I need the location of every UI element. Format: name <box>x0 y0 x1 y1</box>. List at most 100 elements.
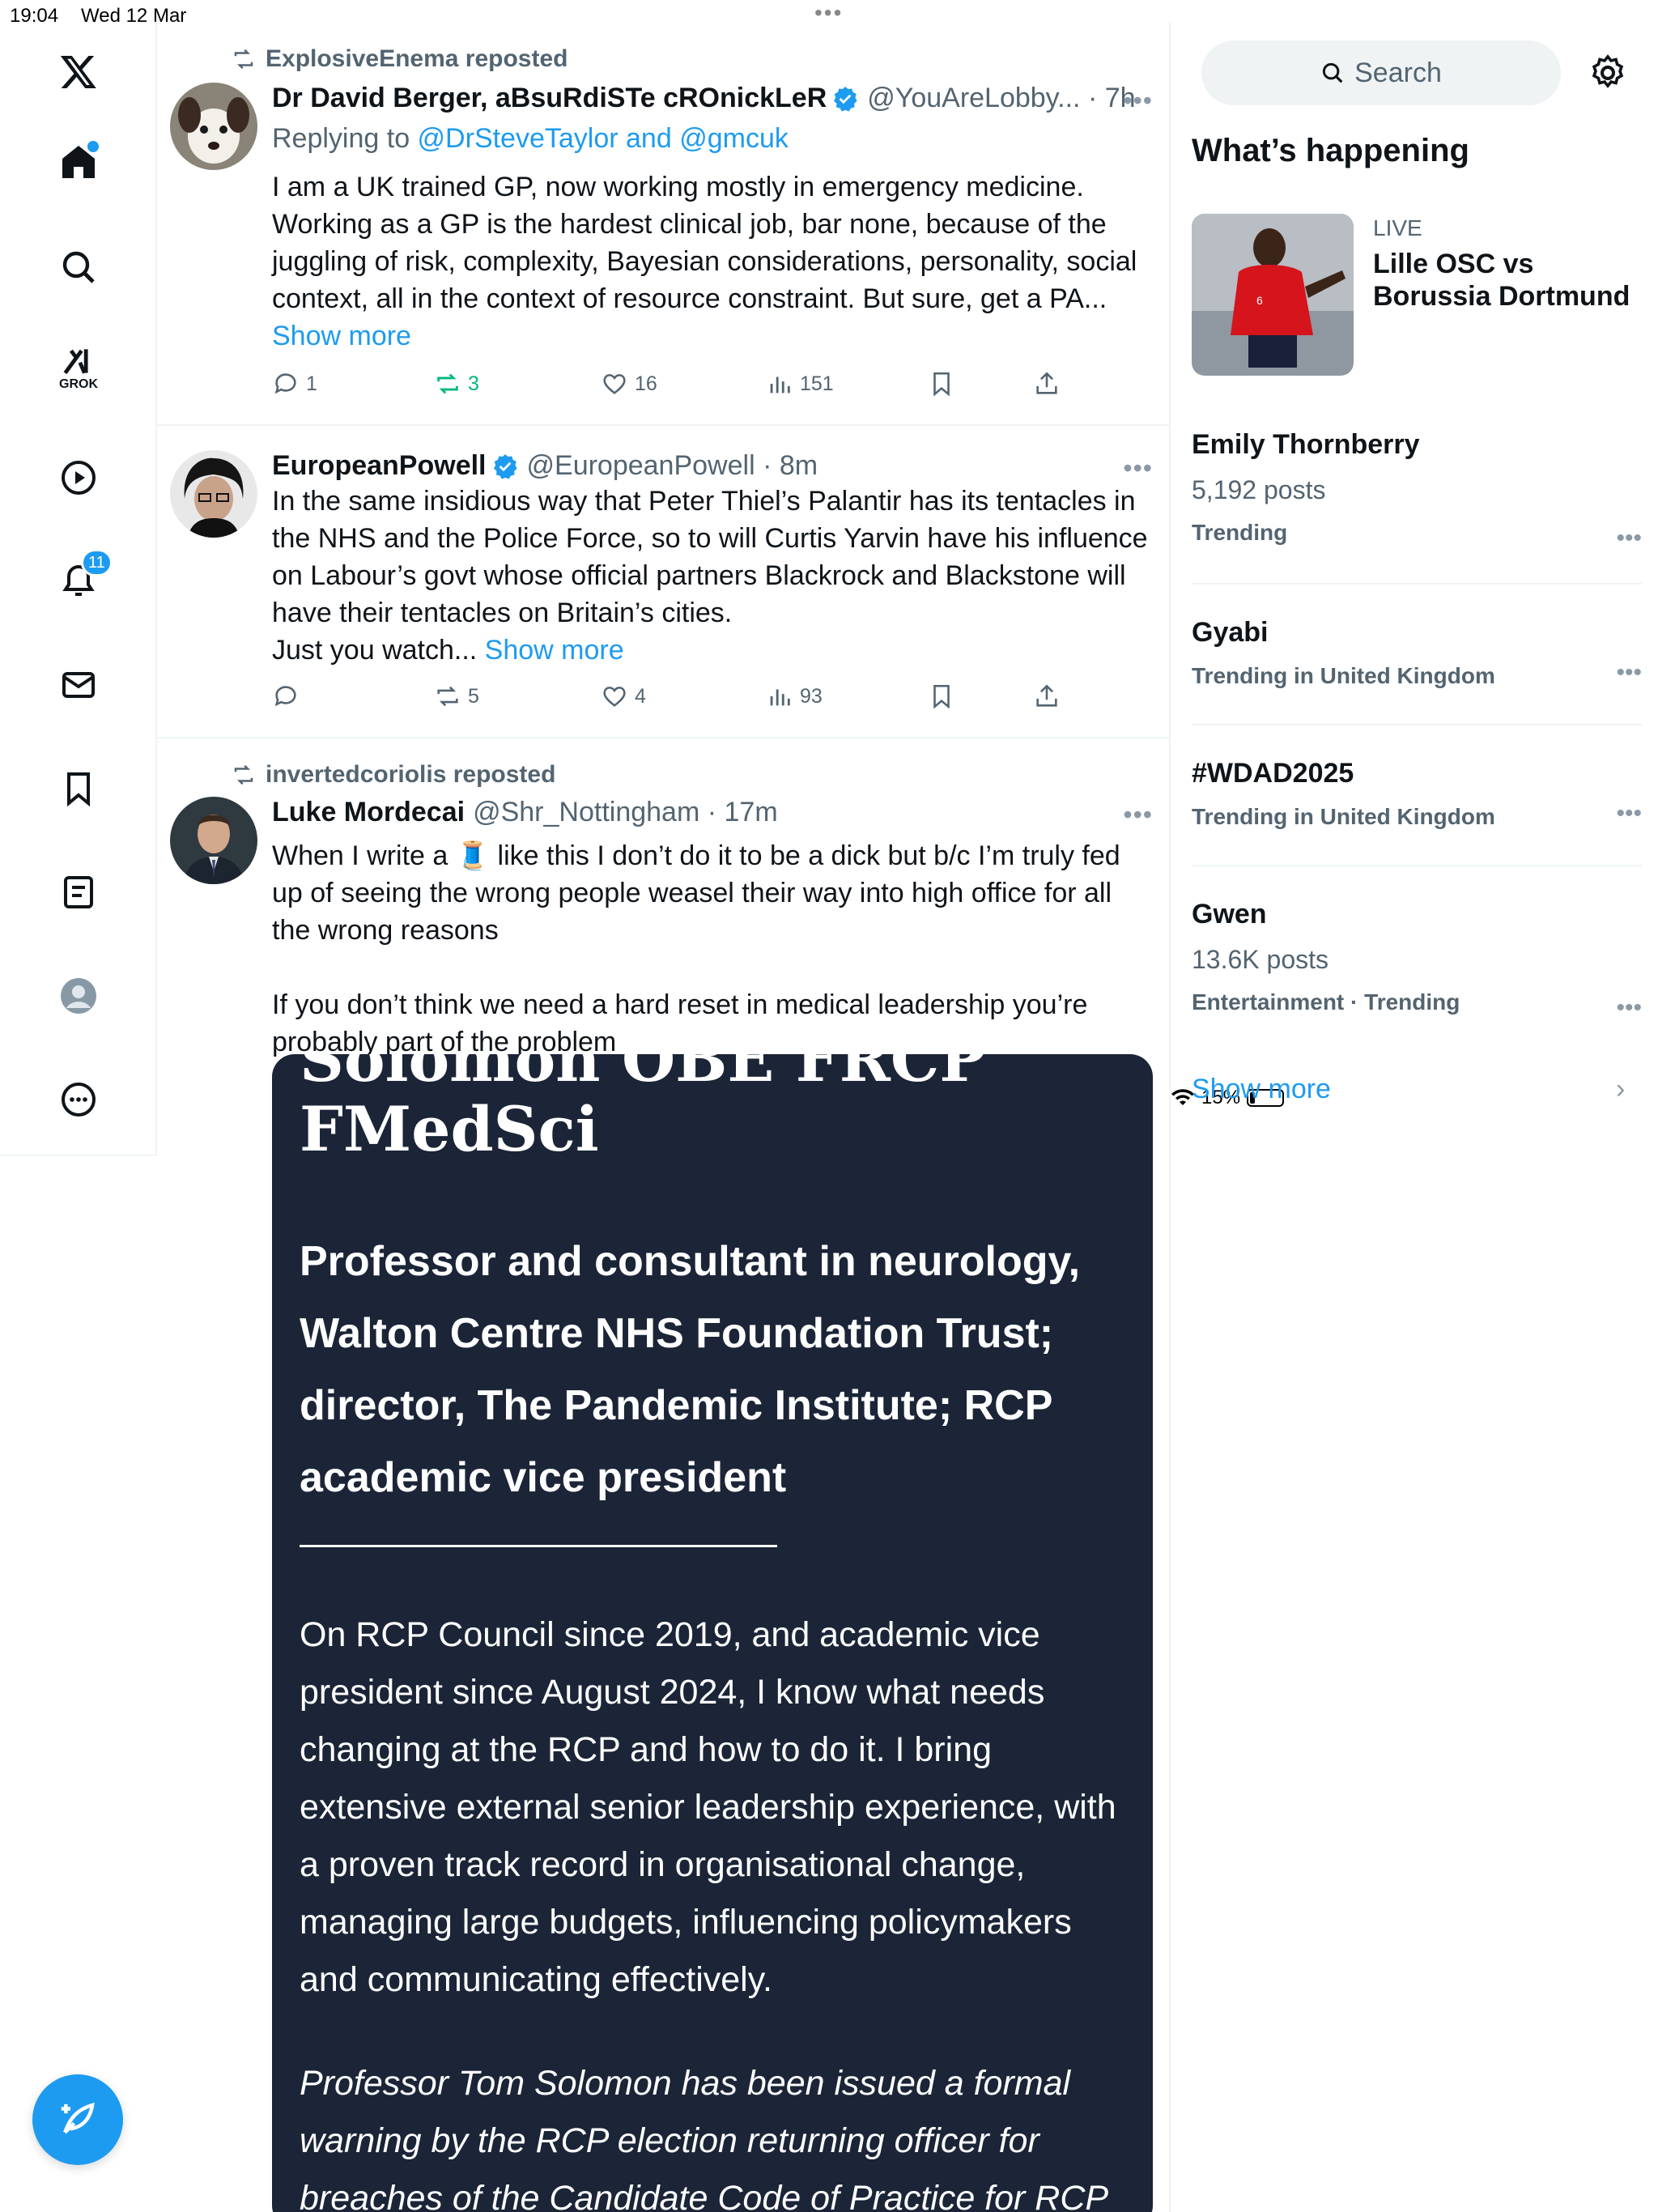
share-icon <box>1036 372 1057 394</box>
repost-button[interactable]: 5 <box>434 683 601 710</box>
like-count: 4 <box>635 684 646 708</box>
post[interactable]: ExplosiveEnema reposted Dr David Berger,… <box>157 23 1169 426</box>
bookmark-button[interactable] <box>928 370 1033 398</box>
thread-emoji: 🧵 <box>455 840 491 871</box>
home-icon[interactable] <box>0 141 157 181</box>
search-icon[interactable] <box>0 248 157 287</box>
share-button[interactable] <box>1033 683 1061 710</box>
trend-meta: Entertainment · Trending <box>1192 989 1460 1015</box>
image-body: On RCP Council since 2019, and academic … <box>300 1615 1116 1999</box>
post-more-icon[interactable]: ••• <box>1123 453 1153 483</box>
repost-button[interactable]: 3 <box>434 370 601 398</box>
author-handle[interactable]: @Shr_Nottingham · 17m <box>473 797 778 828</box>
bookmark-button[interactable] <box>928 683 1033 710</box>
post-body-start: When I write a <box>272 840 456 871</box>
post[interactable]: EuropeanPowell @EuropeanPowell · 8m ••• … <box>157 426 1169 738</box>
views-button[interactable]: 151 <box>766 370 928 398</box>
video-icon[interactable] <box>0 458 157 497</box>
rail-divider <box>0 1155 157 1156</box>
post-body-end: like this I don’t do it to be a dick but… <box>272 840 1120 1057</box>
replying-to: Replying to @DrSteveTaylor and @gmcuk <box>272 123 789 155</box>
post-header: EuropeanPowell @EuropeanPowell · 8m <box>272 450 818 482</box>
trend-item[interactable]: Gwen 13.6K posts Entertainment · Trendin… <box>1192 899 1642 1021</box>
more-options-icon[interactable] <box>0 1080 157 1119</box>
event-title[interactable]: Lille OSC vs Borussia Dortmund <box>1373 248 1648 313</box>
trend-more-icon[interactable]: ••• <box>1616 800 1642 827</box>
x-logo-icon[interactable] <box>0 52 157 91</box>
left-navigation: GROK 11 <box>0 23 157 1156</box>
reply-button[interactable] <box>272 683 434 710</box>
settings-gear-icon[interactable] <box>1588 53 1627 92</box>
heart-icon <box>603 687 626 707</box>
reply-count: 1 <box>306 372 317 395</box>
trend-posts: 13.6K posts <box>1192 945 1329 974</box>
chevron-right-icon: › <box>1616 1074 1626 1104</box>
trend-name: Gwen <box>1192 899 1267 929</box>
post-text: In the same insidious way that Peter Thi… <box>272 483 1150 669</box>
share-button[interactable] <box>1033 370 1061 398</box>
timeline: ExplosiveEnema reposted Dr David Berger,… <box>157 23 1171 2212</box>
replying-prefix: Replying to <box>272 123 418 154</box>
profile-avatar[interactable] <box>0 976 157 1015</box>
author-name[interactable]: EuropeanPowell <box>272 450 487 482</box>
avatar[interactable] <box>170 83 257 170</box>
repost-icon <box>234 49 253 70</box>
trend-posts: 5,192 posts <box>1192 475 1326 504</box>
messages-icon[interactable] <box>0 666 157 704</box>
trend-item[interactable]: Gyabi Trending in United Kingdom ••• <box>1192 617 1642 689</box>
search-placeholder: Search <box>1354 57 1442 88</box>
like-button[interactable]: 4 <box>601 683 766 710</box>
replying-to-users[interactable]: @DrSteveTaylor and @gmcuk <box>418 123 789 154</box>
compose-feather-icon <box>61 2102 95 2134</box>
author-name[interactable]: Dr David Berger, aBsuRdiSTe cROnickLeR <box>272 83 827 114</box>
post-body: In the same insidious way that Peter Thi… <box>272 486 1148 666</box>
search-icon <box>1323 62 1343 83</box>
post-image[interactable]: Solomon OBE FRCP FMedSci Professor and c… <box>272 1054 1153 2212</box>
repost-context: invertedcoriolis reposted <box>232 761 555 789</box>
trend-item[interactable]: #WDAD2025 Trending in United Kingdom ••• <box>1192 758 1642 830</box>
grok-label: GROK <box>59 377 98 391</box>
right-sidebar: Search What’s happening 6 LIVE Lille OSC… <box>1171 23 1658 2212</box>
svg-text:6: 6 <box>1256 294 1263 307</box>
avatar[interactable] <box>170 797 257 884</box>
search-input[interactable]: Search <box>1201 40 1561 105</box>
show-more-link[interactable]: Show more <box>272 321 411 351</box>
post-header: Dr David Berger, aBsuRdiSTe cROnickLeR @… <box>272 83 1136 114</box>
event-live-label: LIVE <box>1373 215 1422 240</box>
repost-label: invertedcoriolis reposted <box>266 761 556 788</box>
share-icon <box>1036 684 1057 707</box>
avatar[interactable] <box>170 450 257 538</box>
like-button[interactable]: 16 <box>601 370 766 398</box>
bookmarks-icon[interactable] <box>0 769 157 808</box>
show-more-link[interactable]: Show more <box>1192 1074 1331 1105</box>
trend-divider <box>1192 724 1642 725</box>
lists-icon[interactable] <box>0 873 157 912</box>
views-button[interactable]: 93 <box>766 683 928 710</box>
post-more-icon[interactable]: ••• <box>1123 800 1153 830</box>
trend-divider <box>1192 583 1642 585</box>
compose-post-button[interactable] <box>32 2074 123 2165</box>
author-handle[interactable]: @EuropeanPowell · 8m <box>527 450 818 482</box>
show-more-link[interactable]: Show more <box>485 635 624 666</box>
post-body: I am a UK trained GP, now working mostly… <box>272 172 1137 314</box>
author-handle[interactable]: @YouAreLobby... · 7h <box>867 83 1135 114</box>
trend-meta: Trending in United Kingdom <box>1192 804 1495 829</box>
image-title: FMedSci <box>300 1093 599 1165</box>
post-more-icon[interactable]: ••• <box>1123 86 1153 116</box>
grok-icon[interactable]: GROK <box>0 343 157 392</box>
notifications-bell-icon[interactable]: 11 <box>0 549 157 601</box>
like-count: 16 <box>635 372 657 395</box>
author-name[interactable]: Luke Mordecai <box>272 797 465 828</box>
post-actions: 1 3 16 151 <box>272 368 1150 400</box>
repost-label: ExplosiveEnema reposted <box>266 45 568 72</box>
trend-more-icon[interactable]: ••• <box>1616 525 1642 552</box>
post[interactable]: invertedcoriolis reposted Luke Mordecai … <box>157 738 1169 2212</box>
trend-item[interactable]: Emily Thornberry 5,192 posts Trending ••… <box>1192 429 1642 551</box>
trend-more-icon[interactable]: ••• <box>1616 994 1642 1022</box>
event-thumbnail[interactable]: 6 <box>1192 214 1354 376</box>
bookmark-icon <box>933 684 950 709</box>
bookmark-icon <box>933 372 950 397</box>
reply-button[interactable]: 1 <box>272 370 434 398</box>
trend-more-icon[interactable]: ••• <box>1616 659 1642 687</box>
post-text: When I write a 🧵 like this I don’t do it… <box>272 837 1150 1061</box>
